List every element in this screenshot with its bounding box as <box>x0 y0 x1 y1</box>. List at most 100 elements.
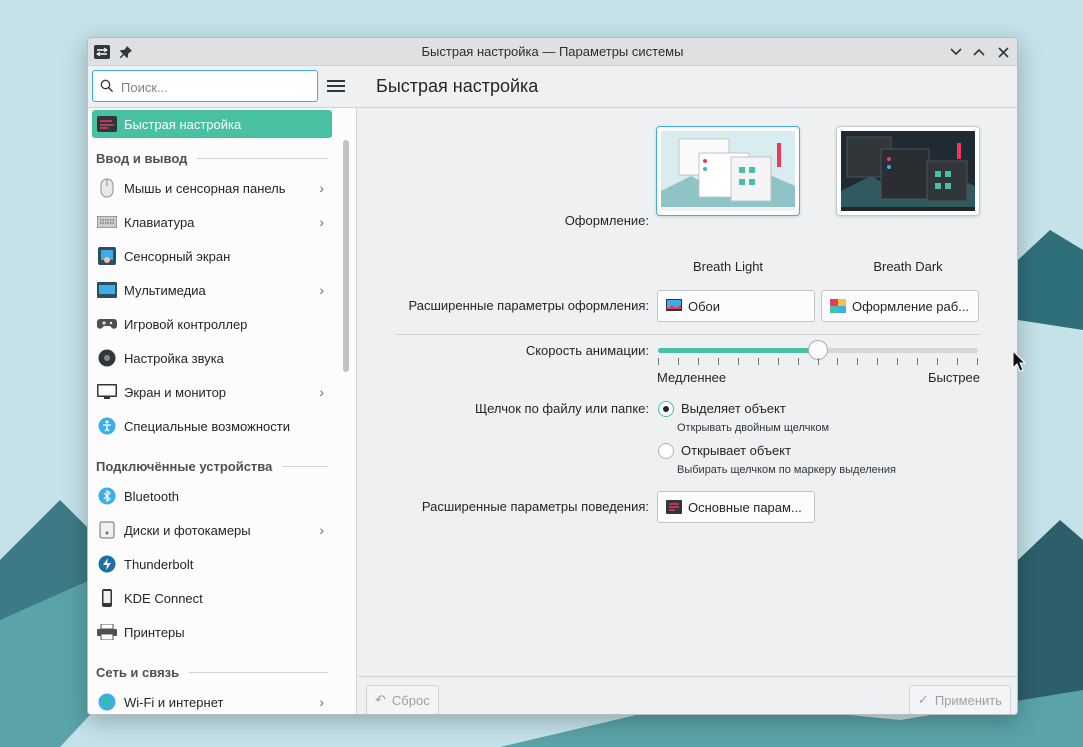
animation-speed-label: Скорость анимации: <box>525 343 649 358</box>
sidebar-item-gamepad[interactable]: Игровой контроллер <box>92 310 332 338</box>
scrollbar-thumb[interactable] <box>343 140 349 372</box>
footer-bar: ↶ Сброс ✓ Применить <box>358 676 1017 714</box>
sidebar-item-multimedia[interactable]: Мультимедиа › <box>92 276 332 304</box>
gamepad-icon <box>96 313 118 335</box>
slider-tick <box>697 358 699 365</box>
sidebar-item-label: Мышь и сенсорная панель <box>124 180 286 196</box>
mouse-cursor-icon <box>1012 350 1026 372</box>
globe-icon <box>96 691 118 713</box>
chevron-right-icon: › <box>319 180 324 196</box>
monitor-icon <box>96 381 118 403</box>
maximize-button[interactable] <box>969 42 989 62</box>
chevron-right-icon: › <box>319 214 324 230</box>
sidebar-item-label: Клавиатура <box>124 214 195 230</box>
slider-tick <box>957 358 959 365</box>
theme-breath-dark[interactable] <box>836 126 980 216</box>
multimedia-icon <box>96 279 118 301</box>
title-bar[interactable]: Быстрая настройка — Параметры системы <box>88 38 1017 66</box>
sidebar-item-printers[interactable]: Принтеры <box>92 618 332 646</box>
slider-tick <box>897 358 899 365</box>
wallpaper-button[interactable]: Обои <box>657 290 815 322</box>
reset-button-label: Сброс <box>391 692 430 708</box>
close-button[interactable] <box>993 42 1013 62</box>
workspace-theme-button[interactable]: Оформление раб... <box>821 290 979 322</box>
general-behavior-button[interactable]: Основные парам... <box>657 491 815 523</box>
sidebar-item-mouse[interactable]: Мышь и сенсорная панель › <box>92 174 332 202</box>
radio-select-item[interactable] <box>658 401 674 417</box>
accessibility-icon <box>96 415 118 437</box>
slider-tick <box>757 358 759 365</box>
sidebar-item-display[interactable]: Экран и монитор › <box>92 378 332 406</box>
sidebar-header <box>88 66 357 108</box>
keyboard-icon <box>96 211 118 233</box>
settings-window: Быстрая настройка — Параметры системы По… <box>87 37 1018 715</box>
slider-ticks <box>658 358 978 366</box>
advanced-behavior-label: Расширенные параметры поведения: <box>421 499 649 514</box>
touchscreen-icon <box>96 245 118 267</box>
page-title: Быстрая настройка <box>376 76 539 96</box>
faster-label: Быстрее <box>927 370 980 385</box>
reset-button[interactable]: ↶ Сброс <box>366 685 439 714</box>
sidebar-item-label: Bluetooth <box>124 488 179 504</box>
sidebar-item-label: Настройка звука <box>124 350 224 366</box>
search-input[interactable] <box>119 77 309 97</box>
sidebar-item-bluetooth[interactable]: Bluetooth <box>92 482 332 510</box>
chevron-right-icon: › <box>319 384 324 400</box>
bluetooth-icon <box>96 485 118 507</box>
theme-breath-light[interactable] <box>656 126 800 216</box>
workspace-theme-button-label: Оформление раб... <box>852 298 970 314</box>
general-behavior-button-label: Основные парам... <box>688 499 802 515</box>
color-palette-icon <box>830 299 846 313</box>
speaker-icon <box>96 347 118 369</box>
wallpaper-icon <box>666 299 682 311</box>
radio-open-label: Открывает объект <box>681 443 792 458</box>
animation-speed-slider[interactable] <box>658 340 978 360</box>
settings-panel-icon <box>666 500 682 514</box>
slider-tick <box>837 358 839 365</box>
slower-label: Медленнее <box>657 370 727 385</box>
phone-icon <box>96 587 118 609</box>
slider-tick <box>817 358 819 365</box>
main-header: Быстрая настройка <box>358 66 1017 108</box>
sidebar-item-label: Быстрая настройка <box>124 116 242 132</box>
sidebar-item-wifi[interactable]: Wi-Fi и интернет › <box>92 688 332 714</box>
sidebar-item-disks[interactable]: Диски и фотокамеры › <box>92 516 332 544</box>
radio-select-label: Выделяет объект <box>681 401 786 416</box>
slider-handle[interactable] <box>808 340 828 360</box>
thunderbolt-icon <box>96 553 118 575</box>
slider-tick <box>857 358 859 365</box>
minimize-button[interactable] <box>946 42 966 62</box>
radio-select-hint: Открывать двойным щелчком <box>677 422 830 434</box>
advanced-appearance-label: Расширенные параметры оформления: <box>408 298 650 313</box>
disk-icon <box>96 519 118 541</box>
sidebar-list: Быстрая настройка Ввод и вывод Мышь и се… <box>88 108 346 714</box>
apply-button[interactable]: ✓ Применить <box>908 685 1011 714</box>
sidebar-scrollbar[interactable] <box>342 110 350 710</box>
sidebar-item-kde-connect[interactable]: KDE Connect <box>92 584 332 612</box>
slider-tick <box>877 358 879 365</box>
sidebar-item-quick-settings[interactable]: Быстрая настройка <box>92 110 332 138</box>
apply-button-label: Применить <box>934 692 1002 708</box>
sidebar-item-touchscreen[interactable]: Сенсорный экран <box>92 242 332 270</box>
sidebar-item-accessibility[interactable]: Специальные возможности <box>92 412 332 440</box>
sidebar-item-label: Игровой контроллер <box>124 316 248 332</box>
theme-name-light: Breath Light <box>692 259 764 274</box>
radio-open-hint: Выбирать щелчком по маркеру выделения <box>677 464 896 476</box>
slider-tick <box>917 358 919 365</box>
sidebar-section-input-output: Ввод и вывод <box>96 149 328 167</box>
mouse-icon <box>96 177 118 199</box>
theme-name-dark: Breath Dark <box>873 259 943 274</box>
sidebar-item-label: Принтеры <box>124 624 185 640</box>
slider-tick <box>937 358 939 365</box>
chevron-right-icon: › <box>319 694 324 710</box>
printer-icon <box>96 621 118 643</box>
hamburger-menu-icon[interactable] <box>327 77 345 95</box>
sidebar-section-network: Сеть и связь <box>96 663 328 681</box>
sidebar-item-thunderbolt[interactable]: Thunderbolt <box>92 550 332 578</box>
sidebar-item-keyboard[interactable]: Клавиатура › <box>92 208 332 236</box>
search-box[interactable] <box>92 70 318 102</box>
sidebar-section-connected-devices: Подключённые устройства <box>96 457 328 475</box>
search-icon <box>100 79 114 96</box>
radio-open-item[interactable] <box>658 443 674 459</box>
sidebar-item-sound[interactable]: Настройка звука <box>92 344 332 372</box>
